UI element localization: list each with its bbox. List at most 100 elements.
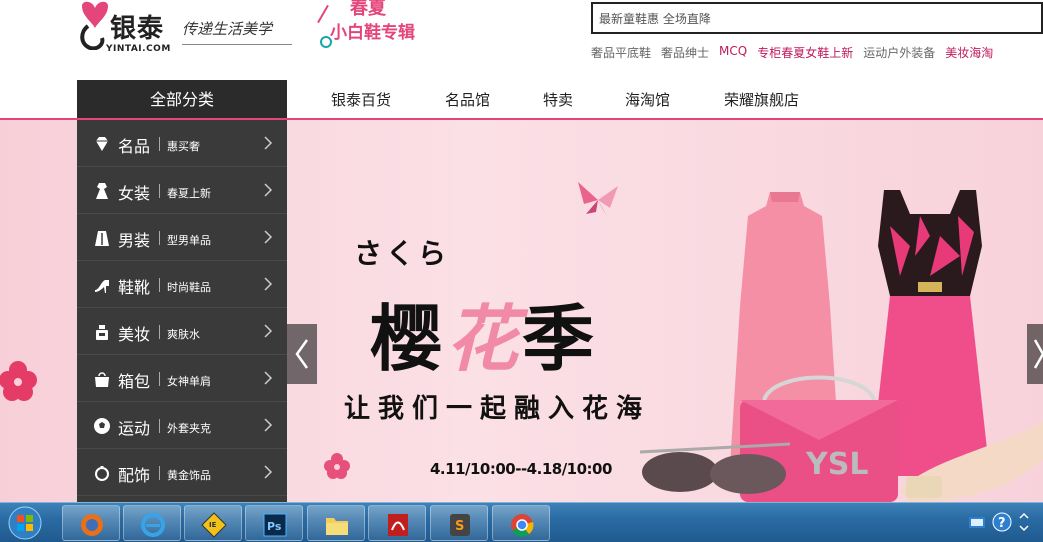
banner-title-c: 季 <box>522 296 599 381</box>
hot-search-link[interactable]: 运动户外装备 <box>863 44 935 60</box>
category-item[interactable]: 运动 外套夹克 <box>77 402 287 449</box>
windows-taskbar: IE Ps S ? <box>0 502 1043 542</box>
category-sub-link[interactable]: 惠买奢 <box>167 138 200 154</box>
taskbar-button[interactable] <box>62 505 120 541</box>
diamond-icon <box>96 137 108 151</box>
slogan-underline <box>182 44 292 45</box>
dress-icon <box>96 183 108 199</box>
taskbar-button[interactable]: S <box>430 505 488 541</box>
category-sub-link[interactable]: 爽肤水 <box>167 326 200 342</box>
category-separator <box>159 231 160 245</box>
photoshop-icon: Ps <box>263 513 287 537</box>
taskbar-button[interactable] <box>368 505 426 541</box>
category-item[interactable]: 鞋靴 时尚鞋品 <box>77 261 287 308</box>
windows-start-icon[interactable] <box>2 505 48 541</box>
category-separator <box>159 325 160 339</box>
category-main-label: 名品 <box>118 137 151 156</box>
butterfly-icon <box>578 182 618 218</box>
taskbar-button[interactable]: Ps <box>245 505 303 541</box>
hot-search-link[interactable]: 美妆海淘 <box>945 44 993 60</box>
category-sub-link[interactable]: 外套夹克 <box>167 420 211 436</box>
handbag-icon <box>95 372 109 387</box>
banner-prev-arrow[interactable] <box>287 324 317 384</box>
hot-search-link[interactable]: 奢品平底鞋 <box>591 44 651 60</box>
category-item[interactable]: 配饰 黄金饰品 <box>77 449 287 496</box>
ie-tester-icon: IE <box>201 512 227 538</box>
chevron-right-icon <box>264 465 273 479</box>
search-box[interactable] <box>591 2 1043 34</box>
category-main-label: 鞋靴 <box>118 278 151 297</box>
high-heel-icon <box>95 280 109 293</box>
svg-text:YSL: YSL <box>805 447 868 482</box>
nav-item-sale[interactable]: 特卖 <box>543 80 573 120</box>
acrobat-icon <box>388 514 408 536</box>
logo-slogan: 传递生活美学 <box>182 20 273 38</box>
taskbar-button[interactable] <box>307 505 365 541</box>
chrome-icon <box>511 514 534 537</box>
ring-icon <box>95 466 109 481</box>
taskbar-button[interactable] <box>492 505 550 541</box>
category-main-label: 运动 <box>118 419 151 438</box>
decor-circle <box>320 36 332 48</box>
category-separator <box>159 184 160 198</box>
browser-page: { "logo": { "brand": "银泰", "brand_sub": … <box>0 0 1043 542</box>
category-sub-link[interactable]: 黄金饰品 <box>167 467 211 483</box>
category-item[interactable]: 男装 型男单品 <box>77 214 287 261</box>
category-main-label: 箱包 <box>118 372 151 391</box>
system-tray: ? <box>968 511 1038 535</box>
main-nav: 银泰百货 名品馆 特卖 海淘馆 荣耀旗舰店 <box>287 80 1043 120</box>
banner-next-arrow[interactable] <box>1027 324 1043 384</box>
category-sub-link[interactable]: 春夏上新 <box>167 185 211 201</box>
promo-line2: 小白鞋专辑 <box>330 23 415 43</box>
banner-title-a: 樱 <box>370 296 447 381</box>
category-item[interactable]: 女装 春夏上新 <box>77 167 287 214</box>
nav-item-yintai-department[interactable]: 银泰百货 <box>331 80 391 120</box>
nav-item-honor-flagship[interactable]: 荣耀旗舰店 <box>724 80 799 120</box>
tray-expand-icon[interactable] <box>1018 511 1030 533</box>
category-main-label: 配饰 <box>118 466 151 485</box>
hot-search-links: 奢品平底鞋 奢品绅士 MCQ 专柜春夏女鞋上新 运动户外装备 美妆海淘 <box>591 44 1003 60</box>
search-input[interactable] <box>593 4 1041 32</box>
logo-brand: 银泰 <box>110 14 165 44</box>
sunglasses-image <box>640 442 790 494</box>
flat-shoe-image <box>900 422 1043 502</box>
chevron-right-icon <box>264 277 273 291</box>
svg-text:?: ? <box>998 516 1006 531</box>
yintai-logo[interactable]: 银泰 YINTAI.COM 传递生活美学 <box>78 0 298 64</box>
help-icon[interactable]: ? <box>992 512 1012 532</box>
taskbar-button[interactable]: IE <box>184 505 242 541</box>
chevron-right-icon <box>264 324 273 338</box>
banner-dates: 4.11/10:00--4.18/10:00 <box>430 460 612 478</box>
logo-domain: YINTAI.COM <box>106 44 171 54</box>
svg-text:Ps: Ps <box>267 520 282 533</box>
category-separator <box>159 137 160 151</box>
category-sub-link[interactable]: 时尚鞋品 <box>167 279 211 295</box>
category-sidebar: 名品 惠买奢 女装 春夏上新 男装 型男单品 鞋靴 时尚鞋品 美妆 爽肤水 箱包 女神单肩 运动 外套夹克… <box>77 120 287 502</box>
promo-banner-small[interactable]: 春夏 小白鞋专辑 <box>317 0 438 56</box>
category-main-label: 女装 <box>118 184 151 203</box>
all-categories-header[interactable]: 全部分类 <box>77 80 287 120</box>
nav-item-brand-hall[interactable]: 名品馆 <box>445 80 490 120</box>
taskbar-button[interactable] <box>123 505 181 541</box>
category-sub-link[interactable]: 女神单肩 <box>167 373 211 389</box>
hot-search-link[interactable]: MCQ <box>719 44 747 60</box>
network-icon[interactable] <box>968 513 986 531</box>
hot-search-link[interactable]: 奢品绅士 <box>661 44 709 60</box>
category-separator <box>159 466 160 480</box>
banner-subtitle: 让我们一起融入花海 <box>344 394 651 424</box>
file-explorer-icon <box>326 518 348 535</box>
category-separator <box>159 419 160 433</box>
category-main-label: 男装 <box>118 231 151 250</box>
hot-search-link[interactable]: 专柜春夏女鞋上新 <box>757 44 853 60</box>
category-item[interactable]: 美妆 爽肤水 <box>77 308 287 355</box>
category-main-label: 美妆 <box>118 325 151 344</box>
category-item[interactable]: 名品 惠买奢 <box>77 120 287 167</box>
firefox-icon <box>81 514 103 536</box>
category-sub-link[interactable]: 型男单品 <box>167 232 211 248</box>
nav-item-overseas[interactable]: 海淘馆 <box>625 80 670 120</box>
suit-icon <box>95 231 109 246</box>
svg-text:S: S <box>455 519 464 534</box>
flower-icon <box>324 453 350 479</box>
chevron-right-icon <box>264 183 273 197</box>
category-item[interactable]: 箱包 女神单肩 <box>77 355 287 402</box>
